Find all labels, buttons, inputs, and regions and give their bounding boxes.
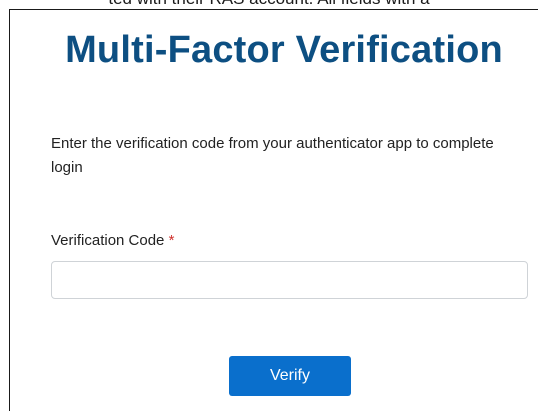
verification-code-label: Verification Code * bbox=[51, 230, 174, 252]
verify-button[interactable]: Verify bbox=[229, 356, 351, 396]
verification-card: Multi-Factor Verification Enter the veri… bbox=[9, 9, 538, 411]
required-indicator: * bbox=[168, 232, 175, 249]
intro-text-fragment: ted with their RAS account. All fields w… bbox=[0, 0, 538, 9]
verification-code-input[interactable] bbox=[51, 261, 528, 299]
instructions-text: Enter the verification code from your au… bbox=[51, 135, 494, 176]
page-title: Multi-Factor Verification bbox=[65, 29, 503, 71]
verification-code-label-text: Verification Code bbox=[51, 232, 165, 249]
page: ted with their RAS account. All fields w… bbox=[0, 0, 538, 411]
